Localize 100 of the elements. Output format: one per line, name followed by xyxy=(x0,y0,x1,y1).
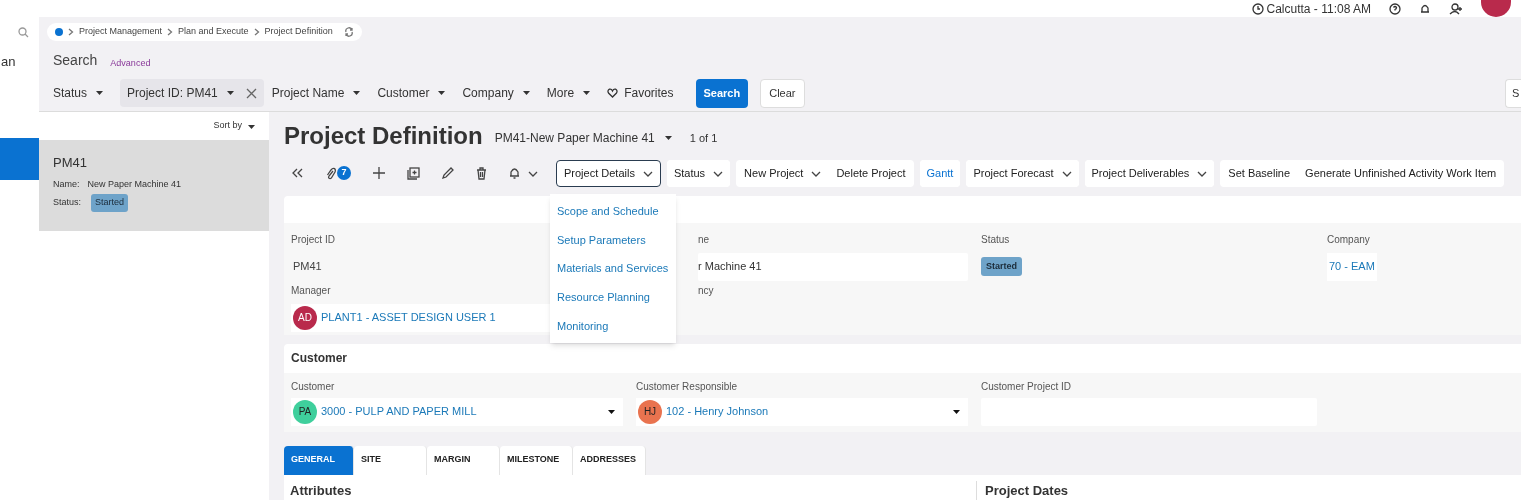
trash-icon[interactable] xyxy=(476,166,487,180)
refresh-icon[interactable] xyxy=(343,27,354,37)
field-label: Company xyxy=(1327,232,1370,247)
tab[interactable]: GENERAL xyxy=(284,445,354,475)
lookup-field[interactable]: HJ 102 - Henry Johnson xyxy=(636,397,968,426)
page-title: Project Definition xyxy=(284,123,483,148)
section-title: Attributes xyxy=(290,482,352,498)
name-value: New Paper Machine 41 xyxy=(87,177,182,191)
heart-icon[interactable] xyxy=(607,88,619,98)
field-label: ne xyxy=(698,232,710,247)
pencil-icon[interactable] xyxy=(442,167,454,180)
search-title: Search xyxy=(53,51,98,70)
caret-down-icon xyxy=(952,407,962,416)
tab[interactable]: MARGIN xyxy=(427,445,500,475)
close-icon[interactable] xyxy=(245,87,257,99)
menu-item[interactable]: Monitoring xyxy=(550,311,676,341)
command-button[interactable]: Set Baseline xyxy=(1228,159,1291,187)
attachments-button[interactable]: 7 xyxy=(325,166,351,181)
notification-button[interactable] xyxy=(509,167,538,180)
clear-button[interactable]: Clear xyxy=(760,78,805,108)
field-label: Manager xyxy=(291,283,331,298)
status-badge: Started xyxy=(91,194,129,212)
filter-dropdown[interactable]: Project Name xyxy=(271,79,362,107)
lookup-field[interactable]: AD PLANT1 - ASSET DESIGN USER 1 xyxy=(291,303,551,332)
tab[interactable]: SITE xyxy=(354,445,427,475)
filter-dropdown[interactable]: Project ID: PM41 xyxy=(120,79,264,107)
filter-dropdown[interactable]: Status xyxy=(53,79,105,107)
field-label: Project ID xyxy=(291,232,335,247)
caret-down-icon xyxy=(582,89,592,97)
caret-down-icon xyxy=(247,122,255,130)
company-link[interactable]: 70 - EAM xyxy=(1327,252,1377,281)
user-avatar[interactable] xyxy=(1481,0,1511,17)
tab[interactable]: ADDRESSES xyxy=(573,445,646,475)
double-chevron-left-icon[interactable] xyxy=(292,168,303,179)
record-selector[interactable]: PM41-New Paper Machine 41 xyxy=(494,128,674,148)
chevron-right-icon xyxy=(68,28,74,36)
save-button[interactable]: S xyxy=(1505,78,1521,108)
section-title: Customer xyxy=(290,350,348,367)
status-badge: Started xyxy=(981,256,1022,277)
menu-item[interactable]: Setup Parameters xyxy=(550,225,676,255)
avatar: PA xyxy=(293,399,317,424)
command-button[interactable]: Project Details xyxy=(556,159,661,187)
section-title: Project Dates xyxy=(985,482,1069,498)
chevron-down-icon xyxy=(811,169,822,177)
lookup-field[interactable]: PA 3000 - PULP AND PAPER MILL xyxy=(291,397,623,426)
breadcrumb-link[interactable]: Plan and Execute xyxy=(178,25,249,39)
search-icon[interactable] xyxy=(18,26,29,38)
caret-down-icon xyxy=(225,89,235,97)
name-label: Name: xyxy=(53,177,80,191)
breadcrumb-link[interactable]: Project Management xyxy=(79,25,163,39)
caret-down-icon xyxy=(437,89,447,97)
menu-item[interactable]: Materials and Services xyxy=(550,254,676,284)
chevron-down-icon xyxy=(642,169,653,177)
favorites-link[interactable]: Favorites xyxy=(624,84,674,102)
field-label: Status xyxy=(981,232,1010,247)
command-button[interactable]: Delete Project xyxy=(836,159,906,187)
chevron-down-icon xyxy=(1197,169,1208,177)
filter-dropdown[interactable]: Customer xyxy=(377,79,447,107)
chevron-right-icon xyxy=(253,28,260,36)
bell-icon[interactable] xyxy=(1419,2,1431,15)
clock-icon xyxy=(1251,2,1264,15)
person-link[interactable]: 102 - Henry Johnson xyxy=(666,403,948,420)
chevron-down-icon xyxy=(713,169,724,177)
duplicate-icon[interactable] xyxy=(407,166,420,180)
search-button[interactable]: Search xyxy=(695,78,749,108)
field-label: Customer Responsible xyxy=(636,379,739,394)
tab[interactable]: MILESTONE xyxy=(500,445,573,475)
filter-dropdown[interactable]: Company xyxy=(462,79,531,107)
caret-down-icon xyxy=(521,89,531,97)
field-label: ncy xyxy=(698,283,714,298)
help-icon[interactable] xyxy=(1389,2,1401,15)
menu-item[interactable]: Scope and Schedule xyxy=(550,197,676,226)
chevron-right-icon xyxy=(167,28,174,36)
command-button[interactable]: Generate Unfinished Activity Work Item xyxy=(1305,159,1497,187)
add-user-icon[interactable] xyxy=(1449,2,1463,15)
sort-by-button[interactable]: Sort by xyxy=(213,119,255,133)
menu-item[interactable]: Resource Planning xyxy=(550,283,676,312)
list-item[interactable]: PM41 Name: New Paper Machine 41 Status: Started xyxy=(39,140,269,231)
nav-item-text[interactable]: an xyxy=(0,52,16,72)
filter-dropdown[interactable]: More xyxy=(546,79,592,107)
record-counter: 1 of 1 xyxy=(689,131,718,147)
avatar: HJ xyxy=(638,399,662,424)
input-field[interactable]: r Machine 41 xyxy=(698,252,968,281)
caret-down-icon xyxy=(352,89,362,97)
caret-down-icon xyxy=(95,89,105,97)
paperclip-icon xyxy=(325,166,336,180)
person-link[interactable]: 3000 - PULP AND PAPER MILL xyxy=(321,403,603,420)
breadcrumb-link[interactable]: Project Definition xyxy=(264,25,333,39)
chevron-down-icon xyxy=(528,169,538,177)
field-label: Customer Project ID xyxy=(981,379,1073,394)
command-button[interactable]: New Project xyxy=(744,159,822,187)
person-link[interactable]: PLANT1 - ASSET DESIGN USER 1 xyxy=(321,309,549,326)
location-time: Calcutta - 11:08 AM xyxy=(1266,2,1371,15)
field-label: Customer xyxy=(291,379,336,394)
plus-icon[interactable] xyxy=(373,167,385,180)
item-id: PM41 xyxy=(53,154,88,172)
bell-icon xyxy=(509,167,520,180)
field-value: PM41 xyxy=(292,259,323,275)
avatar: AD xyxy=(293,305,317,330)
advanced-link[interactable]: Advanced xyxy=(110,56,151,71)
